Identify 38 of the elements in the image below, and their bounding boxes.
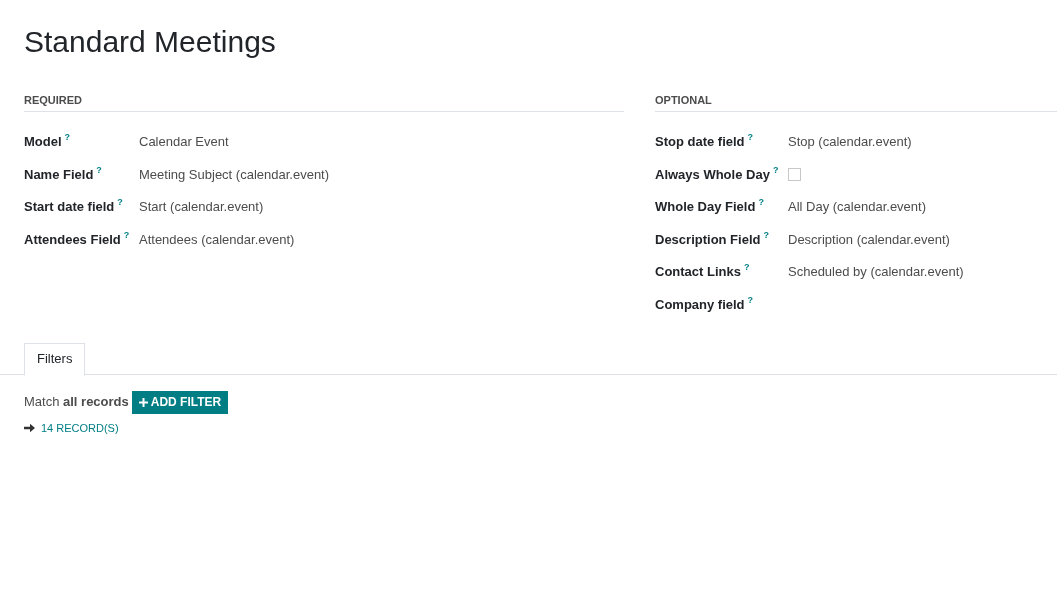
help-tooltip[interactable]: ? xyxy=(772,164,779,175)
checkbox[interactable] xyxy=(788,167,801,181)
help-tooltip[interactable]: ? xyxy=(758,197,764,207)
help-tooltip[interactable]: ? xyxy=(64,132,71,142)
help-tooltip[interactable]: ? xyxy=(96,164,102,175)
field-value: All Day (calendar.event) xyxy=(788,198,926,216)
field-value: Stop (calendar.event) xyxy=(788,133,912,151)
tab[interactable]: Filters xyxy=(24,342,86,376)
match-text: Match all records xyxy=(24,393,129,412)
help-tooltip[interactable]: ? xyxy=(743,262,750,272)
arrow-right-icon xyxy=(24,422,35,433)
field-label: Company field xyxy=(655,295,745,314)
field-value: Scheduled by (calendar.event) xyxy=(788,263,964,281)
field-label: Whole Day Field xyxy=(655,198,756,216)
section-heading: REQUIRED xyxy=(24,92,624,112)
help-tooltip[interactable]: ? xyxy=(747,294,754,305)
field-label: Contact Links xyxy=(655,263,741,281)
help-tooltip[interactable]: ? xyxy=(123,229,130,240)
field-label: Attendees Field xyxy=(24,230,121,249)
add-filter-button[interactable]: ADD FILTER xyxy=(131,390,229,414)
field-label: Model xyxy=(24,133,62,151)
field-value: Attendees (calendar.event) xyxy=(139,230,295,249)
field-label: Start date field xyxy=(24,198,115,216)
records-link[interactable]: 14 RECORD(S) xyxy=(41,419,119,436)
help-tooltip[interactable]: ? xyxy=(763,229,769,240)
field-label: Description Field xyxy=(655,230,761,249)
field-value: Calendar Event xyxy=(139,133,229,151)
plus-icon xyxy=(138,397,148,407)
page-title: Standard Meetings xyxy=(24,24,277,60)
help-tooltip[interactable]: ? xyxy=(747,132,754,142)
help-tooltip[interactable]: ? xyxy=(117,197,123,207)
field-label: Always Whole Day xyxy=(655,165,770,184)
field-label: Stop date field xyxy=(655,133,745,151)
field-value: Description (calendar.event) xyxy=(788,230,950,249)
section-heading: OPTIONAL xyxy=(655,92,1057,112)
field-value: Meeting Subject (calendar.event) xyxy=(139,165,330,184)
field-value: Start (calendar.event) xyxy=(139,198,264,216)
field-label: Name Field xyxy=(24,165,94,184)
